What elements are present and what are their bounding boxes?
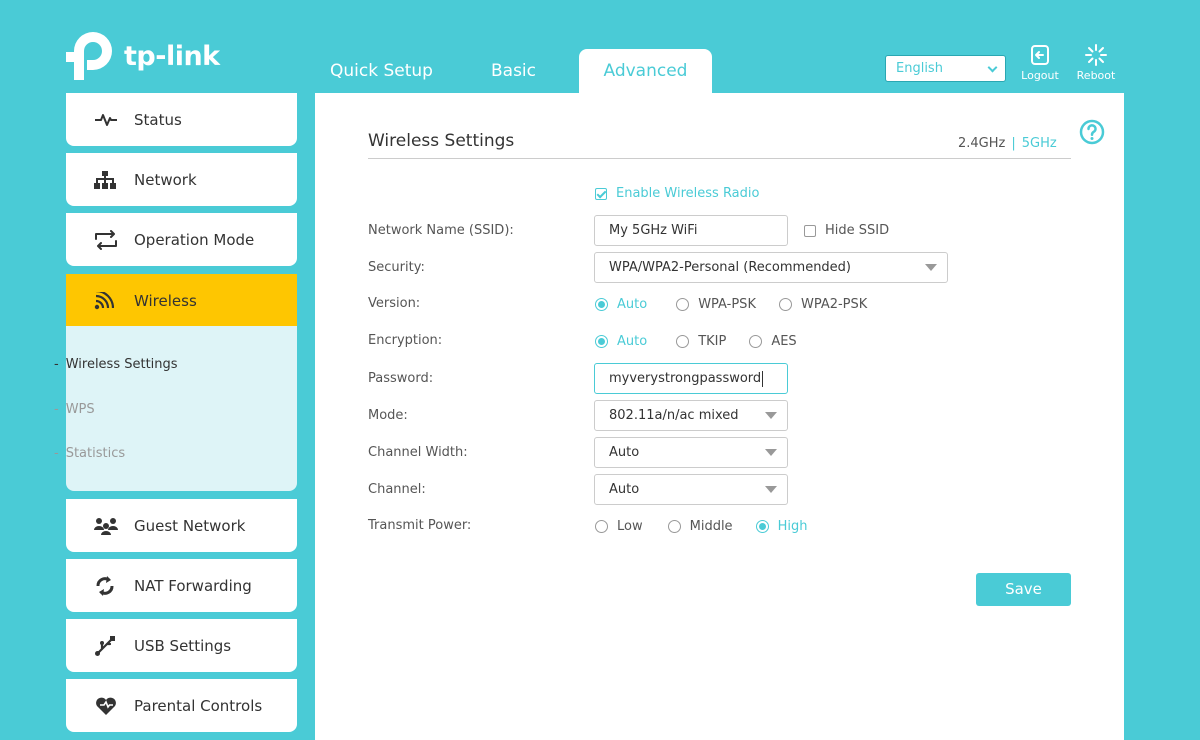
sidebar-item-guest-network[interactable]: Guest Network bbox=[66, 499, 297, 552]
band-5ghz-link[interactable]: 5GHz bbox=[1022, 136, 1057, 151]
mode-select[interactable]: 802.11a/n/ac mixed bbox=[594, 400, 788, 431]
channel-select[interactable]: Auto bbox=[594, 474, 788, 505]
transmit-power-radio-high[interactable]: High bbox=[755, 519, 807, 534]
section-title: Wireless Settings bbox=[368, 131, 515, 151]
sidebar-item-label: Operation Mode bbox=[134, 230, 255, 249]
security-label: Security: bbox=[368, 260, 425, 275]
dropdown-arrow-icon bbox=[765, 486, 777, 493]
swap-icon bbox=[94, 229, 122, 251]
encryption-radio-auto[interactable]: Auto bbox=[595, 334, 647, 349]
help-icon bbox=[1079, 119, 1105, 145]
sidebar-item-label: Guest Network bbox=[134, 516, 246, 535]
version-radio-auto[interactable]: Auto bbox=[595, 297, 647, 312]
security-select[interactable]: WPA/WPA2-Personal (Recommended) bbox=[594, 252, 948, 283]
sidebar-item-usb-settings[interactable]: USB Settings bbox=[66, 619, 297, 672]
text-cursor bbox=[762, 370, 764, 387]
network-icon bbox=[94, 169, 122, 191]
wifi-icon bbox=[94, 290, 122, 312]
mode-label: Mode: bbox=[368, 408, 408, 423]
channel-width-label: Channel Width: bbox=[368, 445, 468, 460]
logout-button[interactable]: Logout bbox=[1016, 44, 1064, 82]
version-label: Version: bbox=[368, 296, 421, 311]
transmit-power-radio-group: Low Middle High bbox=[595, 519, 807, 534]
checkbox-unchecked bbox=[804, 224, 816, 237]
chevron-down-icon bbox=[987, 62, 998, 73]
tp-link-logo-icon bbox=[66, 32, 112, 80]
tab-advanced[interactable]: Advanced bbox=[579, 49, 712, 95]
title-divider bbox=[368, 158, 1071, 159]
sidebar-item-network[interactable]: Network bbox=[66, 153, 297, 206]
encryption-radio-group: Auto TKIP AES bbox=[595, 334, 797, 349]
sidebar-item-label: Parental Controls bbox=[134, 696, 263, 715]
wireless-submenu bbox=[66, 326, 297, 491]
transmit-power-radio-middle[interactable]: Middle bbox=[667, 519, 733, 534]
password-label: Password: bbox=[368, 371, 434, 386]
ssid-input[interactable]: My 5GHz WiFi bbox=[594, 215, 788, 246]
sidebar-item-label: Wireless bbox=[134, 291, 197, 310]
version-radio-group: Auto WPA-PSK WPA2-PSK bbox=[595, 297, 867, 312]
transmit-power-label: Transmit Power: bbox=[368, 518, 472, 533]
content-panel: Wireless Settings 2.4GHz | 5GHz Enable Wir… bbox=[315, 93, 1124, 740]
version-radio-wpa-psk[interactable]: WPA-PSK bbox=[676, 297, 756, 312]
sidebar-item-status[interactable]: Status bbox=[66, 93, 297, 146]
language-value: English bbox=[896, 61, 943, 76]
hide-ssid-checkbox[interactable]: Hide SSID bbox=[804, 223, 889, 238]
sidebar-item-label: Network bbox=[134, 170, 197, 189]
submenu-item-wireless-settings[interactable]: - Wireless Settings bbox=[54, 357, 178, 372]
usb-icon bbox=[94, 635, 122, 657]
ssid-label: Network Name (SSID): bbox=[368, 223, 514, 238]
language-select[interactable]: English bbox=[885, 55, 1006, 82]
logout-label: Logout bbox=[1021, 69, 1059, 82]
reboot-label: Reboot bbox=[1076, 69, 1116, 82]
band-switch: 2.4GHz | 5GHz bbox=[958, 136, 1057, 151]
guests-icon bbox=[94, 515, 122, 537]
encryption-label: Encryption: bbox=[368, 333, 443, 348]
encryption-radio-aes[interactable]: AES bbox=[749, 334, 797, 349]
nat-icon bbox=[94, 575, 122, 597]
sidebar-item-label: NAT Forwarding bbox=[134, 576, 252, 595]
sidebar-item-wireless[interactable]: Wireless bbox=[66, 274, 297, 327]
sidebar-item-nat-forwarding[interactable]: NAT Forwarding bbox=[66, 559, 297, 612]
enable-wireless-radio-checkbox[interactable]: Enable Wireless Radio bbox=[595, 186, 759, 201]
version-radio-wpa2-psk[interactable]: WPA2-PSK bbox=[778, 297, 867, 312]
reboot-button[interactable]: Reboot bbox=[1072, 44, 1120, 82]
tab-basic[interactable]: Basic bbox=[491, 58, 536, 94]
password-input[interactable]: myverystrongpassword bbox=[594, 363, 788, 394]
band-separator: | bbox=[1011, 136, 1016, 151]
submenu-item-wps[interactable]: - WPS bbox=[54, 402, 95, 417]
channel-width-select[interactable]: Auto bbox=[594, 437, 788, 468]
help-button[interactable] bbox=[1079, 119, 1105, 149]
dropdown-arrow-icon bbox=[925, 264, 937, 271]
save-button[interactable]: Save bbox=[976, 573, 1071, 606]
pulse-icon bbox=[94, 109, 122, 131]
sidebar-item-parental-controls[interactable]: Parental Controls bbox=[66, 679, 297, 732]
tp-link-logo: tp-link bbox=[66, 30, 220, 82]
checkbox-checked bbox=[595, 187, 607, 200]
submenu-item-statistics[interactable]: - Statistics bbox=[54, 446, 125, 461]
reboot-icon bbox=[1085, 44, 1107, 66]
encryption-radio-tkip[interactable]: TKIP bbox=[676, 334, 726, 349]
tab-quick-setup[interactable]: Quick Setup bbox=[330, 58, 433, 94]
band-24ghz-link[interactable]: 2.4GHz bbox=[958, 136, 1005, 151]
sidebar-item-label: Status bbox=[134, 110, 182, 129]
brand-name: tp-link bbox=[124, 40, 220, 72]
channel-label: Channel: bbox=[368, 482, 426, 497]
logout-icon bbox=[1031, 45, 1049, 65]
heart-icon bbox=[94, 695, 122, 717]
dropdown-arrow-icon bbox=[765, 449, 777, 456]
sidebar-item-label: USB Settings bbox=[134, 636, 232, 655]
dropdown-arrow-icon bbox=[765, 412, 777, 419]
sidebar-item-operation-mode[interactable]: Operation Mode bbox=[66, 213, 297, 266]
transmit-power-radio-low[interactable]: Low bbox=[595, 519, 643, 534]
